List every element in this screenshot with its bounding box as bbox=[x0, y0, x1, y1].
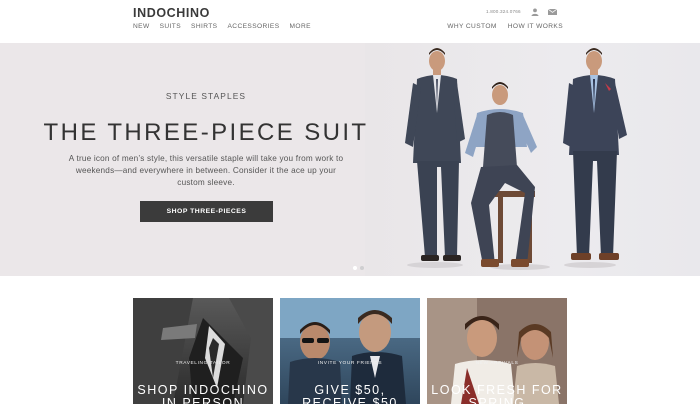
phone-number[interactable]: 1.800.324.0766 bbox=[486, 9, 521, 14]
tile-eyebrow: INVITE YOUR FRIENDS bbox=[317, 361, 383, 366]
tile-eyebrow: TRAVELING TAILOR bbox=[175, 361, 231, 366]
nav-item-shirts[interactable]: SHIRTS bbox=[191, 23, 217, 30]
main-nav: NEW SUITS SHIRTS ACCESSORIES MORE bbox=[133, 23, 311, 30]
tile-title: LOOK FRESH FOR SPRING bbox=[431, 383, 563, 404]
secondary-nav: WHY CUSTOM HOW IT WORKS bbox=[447, 23, 563, 30]
model-left bbox=[405, 48, 465, 261]
carousel-dot-active[interactable] bbox=[353, 266, 357, 270]
hero-headline: THE THREE-PIECE SUIT bbox=[43, 119, 369, 146]
hero-eyebrow: STYLE STAPLES bbox=[165, 91, 247, 101]
hero-description: A true icon of men’s style, this versati… bbox=[68, 154, 344, 188]
user-icon[interactable] bbox=[531, 8, 539, 16]
tile-eyebrow: NEW ARRIVALS bbox=[475, 361, 519, 366]
promo-tile-new-arrivals[interactable]: NEW ARRIVALS LOOK FRESH FOR SPRING bbox=[427, 298, 567, 404]
model-right bbox=[563, 48, 627, 260]
nav-item-why-custom[interactable]: WHY CUSTOM bbox=[447, 23, 497, 30]
nav-item-new[interactable]: NEW bbox=[133, 23, 150, 30]
shop-three-pieces-button[interactable]: SHOP THREE-PIECES bbox=[140, 201, 273, 222]
carousel-dot[interactable] bbox=[360, 266, 364, 270]
tile-title: SHOP INDOCHINO IN PERSON bbox=[137, 383, 269, 404]
hero-banner: STYLE STAPLES THE THREE-PIECE SUIT A tru… bbox=[0, 43, 700, 276]
hero-models-image bbox=[405, 48, 627, 270]
nav-item-accessories[interactable]: ACCESSORIES bbox=[227, 23, 279, 30]
promo-tile-in-person[interactable]: TRAVELING TAILOR SHOP INDOCHINO IN PERSO… bbox=[133, 298, 273, 404]
mail-icon[interactable] bbox=[548, 9, 557, 15]
nav-item-suits[interactable]: SUITS bbox=[160, 23, 181, 30]
nav-item-more[interactable]: MORE bbox=[290, 23, 311, 30]
tile-title: GIVE $50, RECEIVE $50 bbox=[302, 383, 398, 404]
promo-tile-referral[interactable]: INVITE YOUR FRIENDS GIVE $50, RECEIVE $5… bbox=[280, 298, 420, 404]
nav-item-how-it-works[interactable]: HOW IT WORKS bbox=[508, 23, 563, 30]
site-logo[interactable]: INDOCHINO bbox=[133, 6, 210, 20]
site-header: INDOCHINO NEW SUITS SHIRTS ACCESSORIES M… bbox=[0, 0, 700, 43]
